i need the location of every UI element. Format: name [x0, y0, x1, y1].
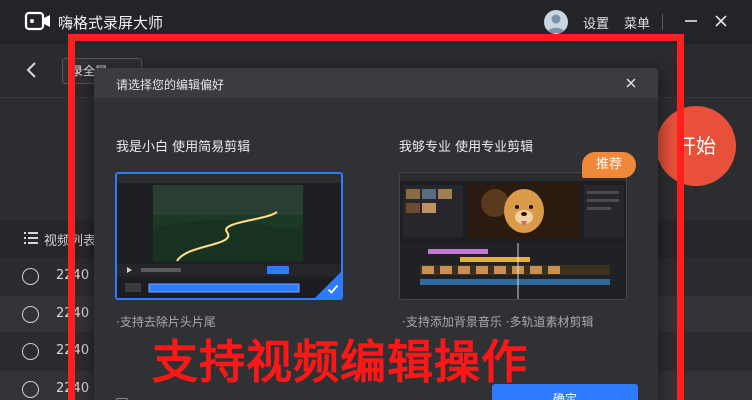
user-icon [547, 14, 565, 33]
row-radio[interactable] [22, 343, 39, 360]
annotation-caption: 支持视频编辑操作 [152, 335, 528, 389]
app-title: 嗨格式录屏大师 [58, 14, 164, 32]
list-icon [24, 232, 38, 244]
close-window-icon[interactable] [712, 12, 730, 30]
title-divider [662, 14, 663, 30]
avatar[interactable] [544, 10, 568, 34]
app-logo-icon [24, 11, 50, 31]
row-radio[interactable] [22, 268, 39, 285]
settings-button[interactable]: 设置 [583, 13, 609, 32]
menu-button[interactable]: 菜单 [624, 13, 650, 32]
back-arrow-icon[interactable] [24, 60, 40, 80]
row-radio[interactable] [22, 380, 39, 398]
row-radio[interactable] [22, 305, 39, 323]
minimize-icon[interactable] [682, 12, 700, 30]
